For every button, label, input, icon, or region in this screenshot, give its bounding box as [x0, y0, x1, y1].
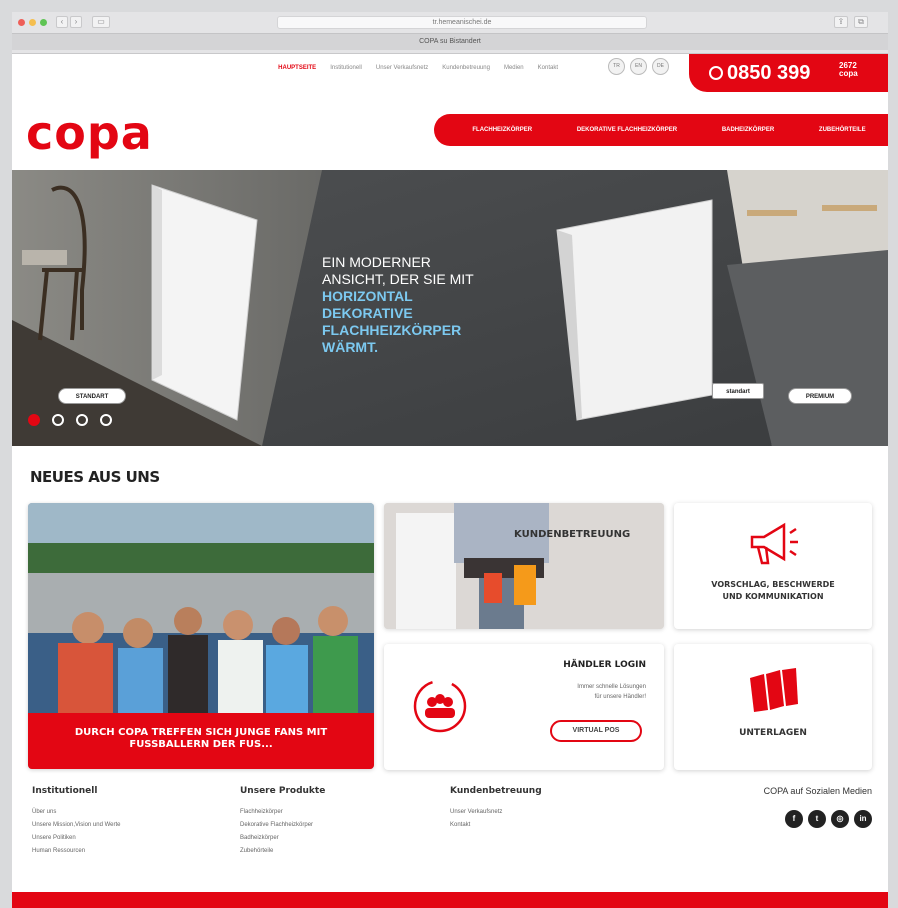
footer-col-produkte: Unsere Produkte Flachheizkörper Dekorati…	[240, 786, 325, 858]
footer-link[interactable]: Kontakt	[450, 819, 542, 832]
technician-photo	[384, 503, 664, 629]
phone-suffix: 2672 copa	[839, 62, 858, 78]
social-icons: f t ◎ in	[785, 810, 872, 828]
news-section-title: NEUES AUS UNS	[30, 468, 160, 486]
close-window-button[interactable]	[18, 19, 25, 26]
address-url: tr.hemeanischei.de	[432, 19, 492, 26]
top-nav-medien[interactable]: Medien	[504, 65, 524, 71]
lang-tr-button[interactable]: TR	[608, 58, 625, 75]
hero-slider[interactable]: EIN MODERNER ANSICHT, DER SIE MIT HORIZO…	[12, 170, 888, 446]
footer-bar	[12, 892, 888, 908]
top-nav-home[interactable]: HAUPTSEITE	[278, 65, 316, 71]
feedback-label-line2: UND KOMMUNIKATION	[722, 592, 824, 601]
news-card-fans[interactable]: DURCH COPA TREFFEN SICH JUNGE FANS MIT F…	[28, 503, 374, 769]
footer-col3-title: Kundenbetreuung	[450, 786, 542, 796]
footer-link[interactable]: Zubehörteile	[240, 845, 325, 858]
dealer-group-icon	[413, 679, 467, 733]
tabs-button[interactable]: ⧉	[854, 16, 868, 28]
nav-badheizkoerper[interactable]: BADHEIZKÖRPER	[722, 127, 774, 133]
footer-col1-title: Institutionell	[32, 786, 98, 796]
web-page: HAUPTSEITE Institutionell Unser Verkaufs…	[12, 54, 888, 908]
sidebar-toggle-button[interactable]: ▭	[92, 16, 110, 28]
top-nav-verkaufsnetz[interactable]: Unser Verkaufsnetz	[376, 65, 428, 71]
nav-dekorative-flachheizkoerper[interactable]: DEKORATIVE FLACHHEIZKÖRPER	[577, 127, 677, 133]
news-card-feedback[interactable]: VORSCHLAG, BESCHWERDE UND KOMMUNIKATION	[674, 503, 872, 629]
feedback-label: VORSCHLAG, BESCHWERDE UND KOMMUNIKATION	[674, 579, 872, 603]
share-button[interactable]: ⇪	[834, 16, 848, 28]
news-card-kundenbetreuung[interactable]: KUNDENBETREUUNG	[384, 503, 664, 629]
hero-highlight-1: HORIZONTAL	[322, 288, 413, 304]
dealer-login-text: Immer schnelle Lösungen für unsere Händl…	[577, 682, 646, 702]
nav-flachheizkoerper[interactable]: FLACHHEIZKÖRPER	[472, 127, 532, 133]
phone-suffix-word: copa	[839, 69, 858, 78]
browser-window-chrome: ‹ › ▭ tr.hemeanischei.de ⇪ ⧉ COPA su Bis…	[12, 12, 888, 54]
phone-banner[interactable]: 0850 399 2672 copa	[689, 54, 888, 92]
label-standart[interactable]: STANDART	[58, 388, 126, 404]
phone-number: 0850 399	[727, 62, 811, 84]
hero-highlight-2: DEKORATIVE	[322, 305, 413, 321]
footer-link[interactable]: Dekorative Flachheizkörper	[240, 819, 325, 832]
dealer-login-title: HÄNDLER LOGIN	[563, 660, 646, 670]
footer-link[interactable]: Flachheizkörper	[240, 806, 325, 819]
top-nav-kontakt[interactable]: Kontakt	[538, 65, 558, 71]
label-premium[interactable]: PREMIUM	[788, 388, 852, 404]
footer-col-institutionell: Institutionell Über uns Unsere Mission,V…	[32, 786, 121, 858]
instagram-icon[interactable]: ◎	[831, 810, 849, 828]
phone-icon	[709, 66, 723, 80]
top-nav-institutionell[interactable]: Institutionell	[330, 65, 362, 71]
documents-label: UNTERLAGEN	[739, 728, 807, 738]
footer-link[interactable]: Über uns	[32, 806, 121, 819]
zoom-window-button[interactable]	[40, 19, 47, 26]
back-button[interactable]: ‹	[56, 16, 68, 28]
slide-dot-4[interactable]	[100, 414, 112, 426]
megaphone-icon	[750, 522, 798, 565]
footer-col2-title: Unsere Produkte	[240, 786, 326, 796]
dealer-login-text-line2: für unsere Händler!	[594, 694, 646, 700]
social-title: COPA auf Sozialen Medien	[763, 786, 872, 796]
top-nav: HAUPTSEITE Institutionell Unser Verkaufs…	[278, 62, 558, 74]
virtual-pos-button[interactable]: VIRTUAL POS	[550, 720, 642, 742]
label-standart-small[interactable]: standart	[712, 383, 764, 399]
hero-highlight-4: WÄRMT.	[322, 339, 378, 355]
footer-col-kundenbetreuung: Kundenbetreuung Unser Verkaufsnetz Konta…	[450, 786, 542, 832]
football-photo	[28, 503, 374, 713]
footer-link[interactable]: Human Ressourcen	[32, 845, 121, 858]
fans-caption: DURCH COPA TREFFEN SICH JUNGE FANS MIT F…	[28, 713, 374, 769]
main-nav: FLACHHEIZKÖRPER DEKORATIVE FLACHHEIZKÖRP…	[434, 114, 888, 146]
forward-button[interactable]: ›	[70, 16, 82, 28]
slide-dot-1[interactable]	[28, 414, 40, 426]
address-bar[interactable]: tr.hemeanischei.de	[277, 16, 647, 29]
browser-tab[interactable]: COPA su Bistandert	[12, 33, 888, 50]
footer-link[interactable]: Unser Verkaufsnetz	[450, 806, 542, 819]
copa-logo[interactable]: copa	[26, 106, 153, 160]
footer-link[interactable]: Unsere Politiken	[32, 832, 121, 845]
facebook-icon[interactable]: f	[785, 810, 803, 828]
lang-de-button[interactable]: DE	[652, 58, 669, 75]
documents-icon	[750, 668, 798, 712]
news-card-documents[interactable]: UNTERLAGEN	[674, 644, 872, 770]
nav-zubehoerteile[interactable]: ZUBEHÖRTEILE	[819, 127, 866, 133]
news-card-dealer-login[interactable]: HÄNDLER LOGIN Immer schnelle Lösungen fü…	[384, 644, 664, 770]
slide-dot-3[interactable]	[76, 414, 88, 426]
feedback-label-line1: VORSCHLAG, BESCHWERDE	[711, 580, 835, 589]
linkedin-icon[interactable]: in	[854, 810, 872, 828]
top-nav-kundenbetreuung[interactable]: Kundenbetreuung	[442, 65, 490, 71]
slide-dot-2[interactable]	[52, 414, 64, 426]
hero-highlight-3: FLACHHEIZKÖRPER	[322, 322, 462, 338]
hero-line-2: ANSICHT, DER SIE MIT	[322, 271, 474, 287]
footer-link[interactable]: Unsere Mission,Vision und Werte	[32, 819, 121, 832]
lang-en-button[interactable]: EN	[630, 58, 647, 75]
minimize-window-button[interactable]	[29, 19, 36, 26]
hero-headline: EIN MODERNER ANSICHT, DER SIE MIT HORIZO…	[322, 254, 474, 356]
tab-title: COPA su Bistandert	[419, 38, 481, 45]
twitter-icon[interactable]: t	[808, 810, 826, 828]
footer-link[interactable]: Badheizkörper	[240, 832, 325, 845]
kundenbetreuung-label: KUNDENBETREUUNG	[514, 529, 631, 540]
dealer-login-text-line1: Immer schnelle Lösungen	[577, 684, 646, 690]
hero-line-1: EIN MODERNER	[322, 254, 431, 270]
